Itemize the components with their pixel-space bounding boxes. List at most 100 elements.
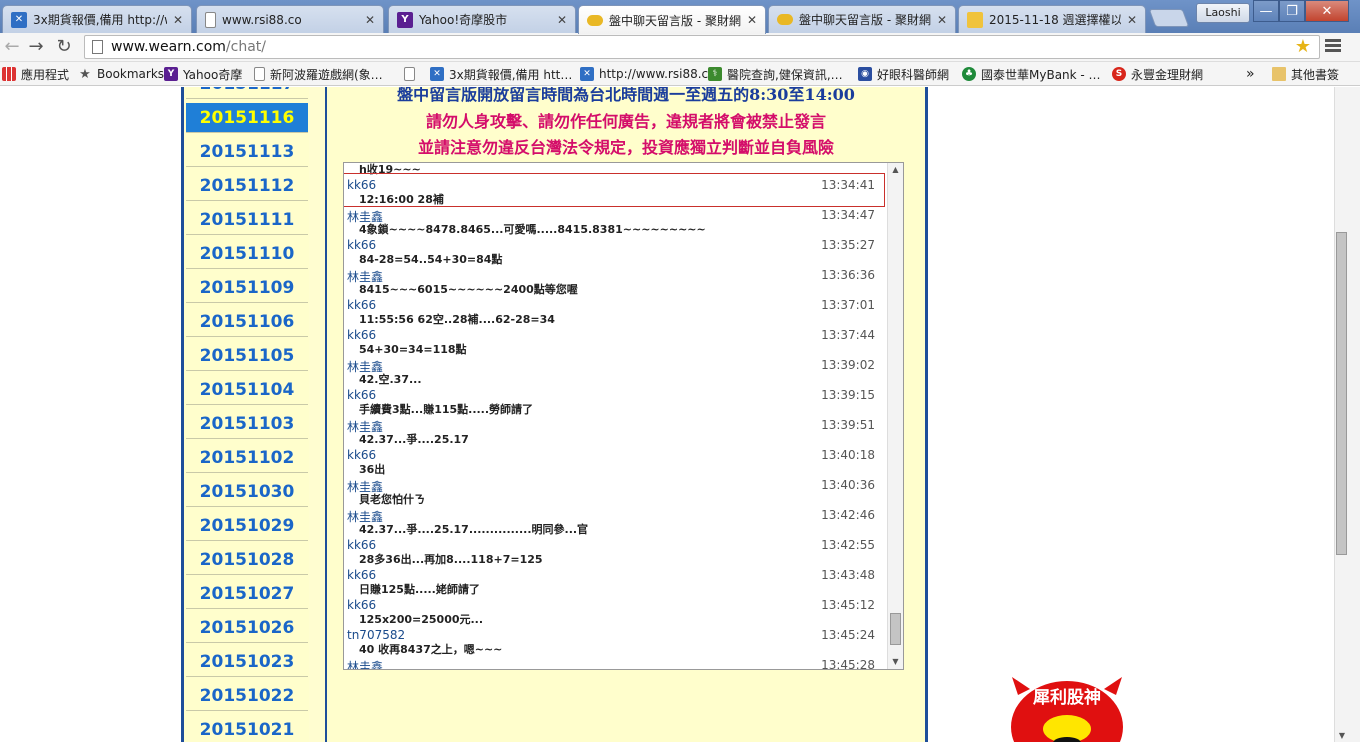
close-icon[interactable]: ✕ bbox=[171, 13, 185, 27]
date-link[interactable]: 20151113 bbox=[186, 137, 308, 167]
date-link[interactable]: 20151105 bbox=[186, 341, 308, 371]
close-icon[interactable]: ✕ bbox=[745, 13, 759, 27]
message-timestamp: 13:45:12 bbox=[821, 598, 875, 612]
message-username[interactable]: tn707582 bbox=[347, 628, 405, 642]
bookmarks-overflow-button[interactable]: » bbox=[1246, 66, 1255, 82]
close-icon[interactable]: ✕ bbox=[935, 13, 949, 27]
scroll-down-icon[interactable]: ▼ bbox=[1335, 731, 1349, 740]
bookmark-label: 其他書簽 bbox=[1291, 67, 1340, 82]
bookmark-blank[interactable] bbox=[404, 66, 420, 82]
message-text: 42.37...爭....25.17...............明同參...官 bbox=[359, 523, 589, 536]
message-timestamp: 13:36:36 bbox=[821, 268, 875, 282]
forward-icon[interactable]: → bbox=[24, 36, 48, 58]
message-timestamp: 13:42:55 bbox=[821, 538, 875, 552]
page-scroll-thumb[interactable] bbox=[1336, 232, 1347, 555]
close-icon[interactable]: ✕ bbox=[363, 13, 377, 27]
bookmark-label: 好眼科醫師網 bbox=[877, 67, 950, 82]
tab-wearn-chat-active[interactable]: 盤中聊天留言版 - 聚財網 ✕ bbox=[578, 5, 766, 34]
chat-messages[interactable]: h收19~~~ kk66 13:34:41 12:16:00 28補 林圭鑫 13:34… bbox=[343, 162, 904, 670]
restore-icon[interactable]: ❐ bbox=[1279, 0, 1305, 22]
date-link[interactable]: 20151028 bbox=[186, 545, 308, 575]
bookmark-star-icon[interactable]: ★ bbox=[1295, 36, 1311, 58]
message-username[interactable]: 林圭鑫 bbox=[347, 658, 383, 669]
apps-grid-icon bbox=[2, 67, 16, 81]
bookmark-apps[interactable]: 應用程式 bbox=[2, 66, 69, 82]
message-username[interactable]: kk66 bbox=[347, 598, 376, 612]
bookmark-label: 國泰世華MyBank - … bbox=[981, 67, 1101, 82]
date-link[interactable]: 20151029 bbox=[186, 511, 308, 541]
scroll-up-icon[interactable]: ▲ bbox=[888, 163, 903, 177]
back-icon[interactable]: ← bbox=[0, 36, 24, 58]
date-link[interactable]: 20151023 bbox=[186, 647, 308, 677]
x-site-icon: ✕ bbox=[430, 67, 444, 81]
message-text: 28多36出...再加8....118+7=125 bbox=[359, 553, 543, 566]
date-link[interactable]: 20151021 bbox=[186, 715, 308, 742]
date-link[interactable]: 20151109 bbox=[186, 273, 308, 303]
bookmark-rsi88[interactable]: ✕ http://www.rsi88.co/ bbox=[580, 66, 720, 82]
reload-icon[interactable]: ↻ bbox=[52, 36, 76, 58]
window-close-icon[interactable]: ✕ bbox=[1305, 0, 1349, 22]
tab-strip: ✕ 3x期貨報價,備用 http://www ✕ www.rsi88.co ✕ … bbox=[0, 0, 1360, 34]
message-timestamp: 13:39:02 bbox=[821, 358, 875, 372]
date-link-partial[interactable]: 20151117 bbox=[186, 87, 308, 99]
chat-message: kk66 13:37:01 11:55:56 62空..28補....62-28=3… bbox=[344, 298, 888, 328]
tab-rsi88[interactable]: www.rsi88.co ✕ bbox=[196, 5, 384, 33]
date-link[interactable]: 20151111 bbox=[186, 205, 308, 235]
close-icon[interactable]: ✕ bbox=[1125, 13, 1139, 27]
new-tab-button[interactable] bbox=[1148, 9, 1190, 27]
close-icon[interactable]: ✕ bbox=[555, 13, 569, 27]
bookmark-apollo-games[interactable]: 新阿波羅遊戲網(象… bbox=[254, 66, 383, 82]
tab-title: 盤中聊天留言版 - 聚財網 bbox=[799, 13, 931, 27]
address-bar[interactable]: www.wearn.com/chat/ ★ bbox=[84, 35, 1320, 59]
profile-button[interactable]: Laoshi bbox=[1196, 3, 1250, 23]
tab-weekly-options[interactable]: 2015-11-18 週選擇權以及 ✕ bbox=[958, 5, 1146, 33]
date-link[interactable]: 20151102 bbox=[186, 443, 308, 473]
date-link-active[interactable]: 20151116 bbox=[186, 103, 308, 133]
date-link[interactable]: 20151030 bbox=[186, 477, 308, 507]
bookmark-label: 3x期貨報價,備用 htt… bbox=[449, 67, 573, 82]
chat-message: tn707582 13:45:24 40 收再8437之上，嗯~~~ bbox=[344, 628, 888, 658]
coin-icon bbox=[587, 14, 603, 26]
scroll-down-icon[interactable]: ▼ bbox=[888, 655, 903, 669]
date-link[interactable]: 20151110 bbox=[186, 239, 308, 269]
bookmark-label: 應用程式 bbox=[21, 67, 70, 82]
scroll-thumb[interactable] bbox=[890, 613, 901, 645]
date-link[interactable]: 20151027 bbox=[186, 579, 308, 609]
minimize-icon[interactable]: — bbox=[1253, 0, 1279, 22]
message-username[interactable]: kk66 bbox=[347, 328, 376, 342]
chat-scrollbar[interactable]: ▲ ▼ bbox=[887, 163, 903, 669]
menu-icon[interactable] bbox=[1325, 39, 1341, 55]
page-scrollbar[interactable]: ▼ bbox=[1334, 87, 1360, 742]
date-link[interactable]: 20151022 bbox=[186, 681, 308, 711]
message-timestamp: 13:39:15 bbox=[821, 388, 875, 402]
bookmark-folder-bookmarks[interactable]: ★ Bookmarks bbox=[78, 66, 164, 82]
message-username[interactable]: kk66 bbox=[347, 568, 376, 582]
date-link[interactable]: 20151106 bbox=[186, 307, 308, 337]
tab-3x-futures[interactable]: ✕ 3x期貨報價,備用 http://www ✕ bbox=[2, 5, 192, 33]
tab-title: Yahoo!奇摩股市 bbox=[419, 13, 508, 27]
message-username[interactable]: kk66 bbox=[347, 238, 376, 252]
date-link[interactable]: 20151026 bbox=[186, 613, 308, 643]
message-username[interactable]: kk66 bbox=[347, 298, 376, 312]
bookmark-sinopac[interactable]: S 永豐金理財網 bbox=[1112, 66, 1203, 82]
chat-message: kk66 13:42:55 28多36出...再加8....118+7=125 bbox=[344, 538, 888, 568]
bookmark-yahoo[interactable]: Y Yahoo奇摩 bbox=[164, 66, 242, 82]
tab-wearn-chat[interactable]: 盤中聊天留言版 - 聚財網 ✕ bbox=[768, 5, 956, 33]
message-username[interactable]: kk66 bbox=[347, 538, 376, 552]
bookmark-3x-futures[interactable]: ✕ 3x期貨報價,備用 htt… bbox=[430, 66, 572, 82]
chat-message: kk66 13:40:18 36出 bbox=[344, 448, 888, 478]
message-text: 貝老您怕什ㄋ bbox=[359, 493, 425, 506]
date-link[interactable]: 20151112 bbox=[186, 171, 308, 201]
chat-message: 林圭鑫 13:39:02 42.空.37... bbox=[344, 358, 888, 388]
mascot-logo[interactable]: 犀利股神 bbox=[1010, 677, 1124, 742]
other-bookmarks[interactable]: 其他書簽 bbox=[1272, 66, 1339, 82]
bookmark-hospital[interactable]: ⚕ 醫院查詢,健保資訊,… bbox=[708, 66, 843, 82]
tab-yahoo-stock[interactable]: Y Yahoo!奇摩股市 ✕ bbox=[388, 5, 576, 33]
notice-law: 並請注意勿違反台灣法令規定，投資應獨立判斷並自負風險 bbox=[417, 138, 834, 157]
bookmark-cathay-bank[interactable]: ♣ 國泰世華MyBank - … bbox=[962, 66, 1101, 82]
date-link[interactable]: 20151103 bbox=[186, 409, 308, 439]
message-username[interactable]: kk66 bbox=[347, 388, 376, 402]
message-username[interactable]: kk66 bbox=[347, 448, 376, 462]
date-link[interactable]: 20151104 bbox=[186, 375, 308, 405]
bookmark-eye-doctor[interactable]: ◉ 好眼科醫師網 bbox=[858, 66, 949, 82]
